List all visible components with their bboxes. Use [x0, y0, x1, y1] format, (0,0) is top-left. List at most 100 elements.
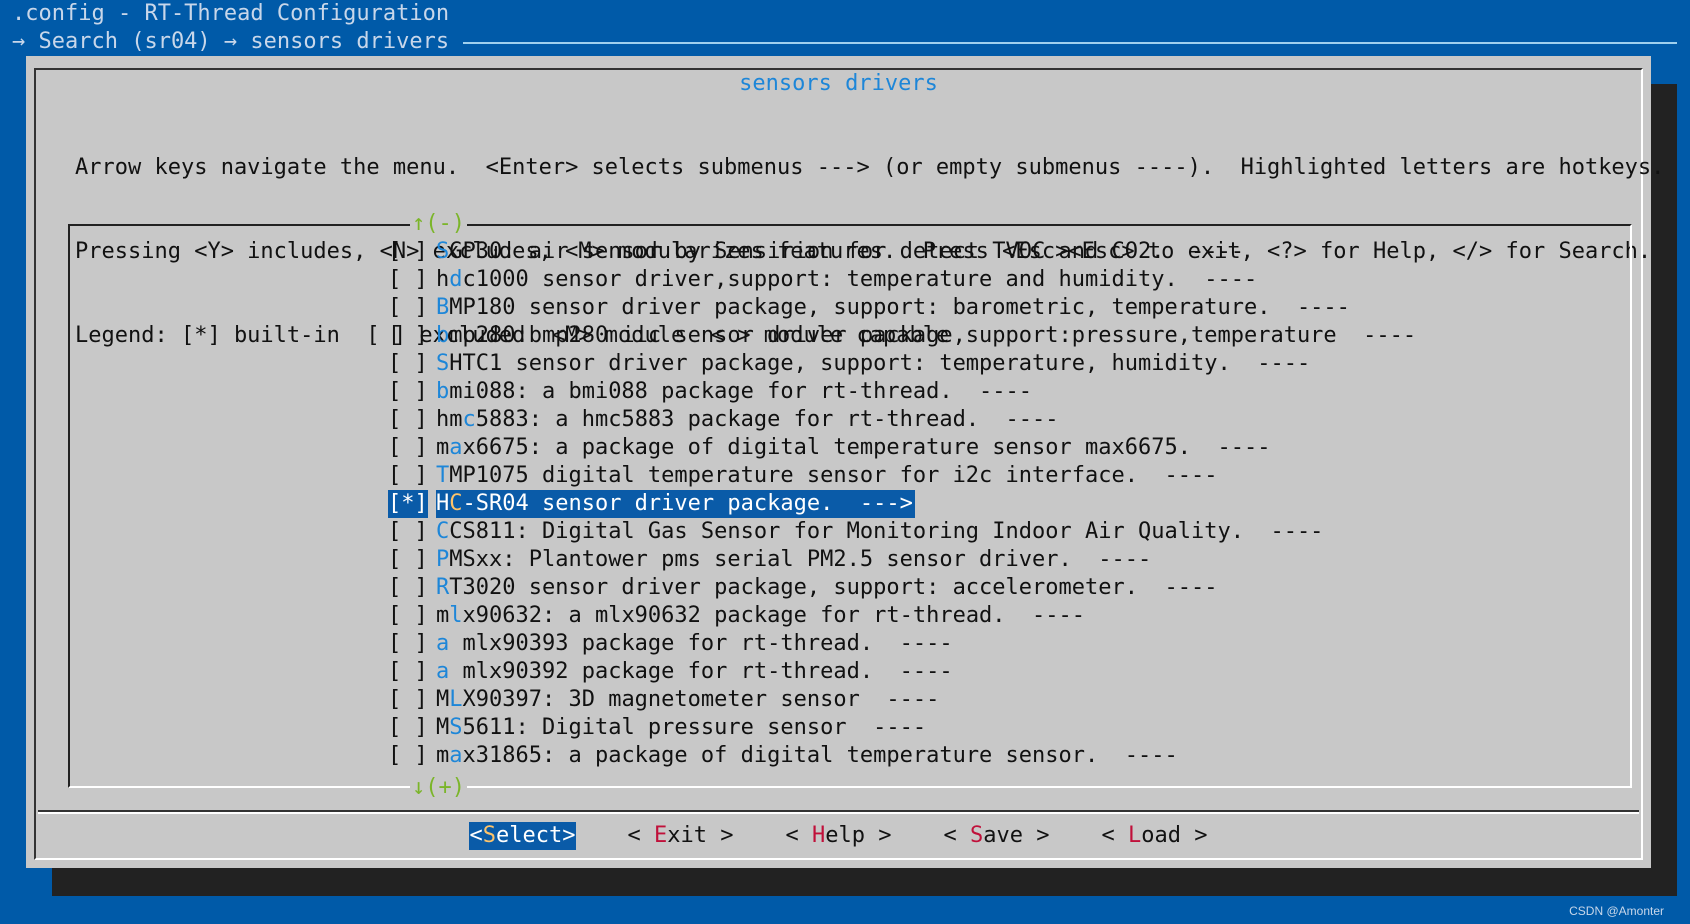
menu-item[interactable]: [ ] MLX90397: 3D magnetometer sensor ----	[388, 686, 1416, 714]
item-label-prefix: m	[436, 603, 450, 628]
menu-item[interactable]: [ ] CCS811: Digital Gas Sensor for Monito…	[388, 518, 1416, 546]
item-checkbox[interactable]: [ ]	[388, 350, 436, 378]
item-hotkey: P	[436, 547, 450, 572]
item-hotkey: d	[449, 267, 463, 292]
item-label-prefix: H	[436, 491, 450, 516]
button-hotkey: L	[1127, 823, 1142, 848]
item-hotkey: B	[436, 295, 450, 320]
item-checkbox[interactable]: [ ]	[388, 686, 436, 714]
item-label-prefix: h	[436, 267, 450, 292]
menu-item-selected[interactable]: [*] HC-SR04 sensor driver package. --->	[388, 490, 1416, 518]
menu-item[interactable]: [ ] a mlx90392 package for rt-thread. ---…	[388, 658, 1416, 686]
item-label-rest: MP180 sensor driver package, support: ba…	[449, 295, 1350, 320]
menu-item[interactable]: [ ] a mlx90393 package for rt-thread. ---…	[388, 630, 1416, 658]
item-label-prefix: m	[436, 743, 450, 768]
dialog-frame: sensors drivers Arrow keys navigate the …	[34, 68, 1664, 860]
item-checkbox[interactable]: [ ]	[388, 266, 436, 294]
menu-item[interactable]: [ ] SGP30: air sensor by Sensirion for de…	[388, 238, 1416, 266]
item-checkbox[interactable]: [ ]	[388, 434, 436, 462]
button-close: >	[1022, 823, 1050, 848]
item-label-rest: MP1075 digital temperature sensor for i2…	[449, 463, 1218, 488]
item-label: CCS811: Digital Gas Sensor for Monitorin…	[436, 518, 1323, 546]
menu-item[interactable]: [ ] TMP1075 digital temperature sensor fo…	[388, 462, 1416, 490]
menu-item[interactable]: [ ] max31865: a package of digital temper…	[388, 742, 1416, 770]
menuconfig-dialog: sensors drivers Arrow keys navigate the …	[26, 56, 1664, 868]
dialog-title: sensors drivers	[36, 70, 1641, 98]
item-hotkey: S	[449, 715, 463, 740]
menu-item[interactable]: [ ] mlx90632: a mlx90632 package for rt-t…	[388, 602, 1416, 630]
item-checkbox[interactable]: [ ]	[388, 546, 436, 574]
menu-item[interactable]: [ ] bmi088: a bmi088 package for rt-threa…	[388, 378, 1416, 406]
item-label: MS5611: Digital pressure sensor ----	[436, 714, 926, 742]
menu-item[interactable]: [ ] SHTC1 sensor driver package, support:…	[388, 350, 1416, 378]
help-button[interactable]: < Help >	[784, 822, 892, 850]
item-label: mlx90632: a mlx90632 package for rt-thre…	[436, 602, 1085, 630]
dialog-title-text: sensors drivers	[733, 71, 944, 96]
save-button[interactable]: < Save >	[942, 822, 1050, 850]
item-hotkey: L	[449, 687, 463, 712]
menu-item[interactable]: [ ] PMSxx: Plantower pms serial PM2.5 sen…	[388, 546, 1416, 574]
item-label: bmp280:bmp280 iic sensor driver package,…	[436, 322, 1416, 350]
item-checkbox[interactable]: [ ]	[388, 294, 436, 322]
item-checkbox[interactable]: [ ]	[388, 322, 436, 350]
button-close: >	[864, 823, 892, 848]
button-hotkey: H	[811, 823, 826, 848]
item-checkbox[interactable]: [ ]	[388, 574, 436, 602]
menu-item[interactable]: [ ] max6675: a package of digital tempera…	[388, 434, 1416, 462]
menu-item[interactable]: [ ] hdc1000 sensor driver,support: temper…	[388, 266, 1416, 294]
item-label-rest: 5611: Digital pressure sensor ----	[462, 715, 927, 740]
item-checkbox[interactable]: [*]	[388, 490, 428, 518]
menu-item[interactable]: [ ] hmc5883: a hmc5883 package for rt-thr…	[388, 406, 1416, 434]
item-hotkey: l	[449, 603, 463, 628]
button-rest: ave	[983, 823, 1023, 848]
item-label-prefix: m	[436, 435, 450, 460]
menu-list[interactable]: ↑(-) [ ] SGP30: air sensor by Sensirion f…	[68, 212, 1632, 800]
load-button[interactable]: < Load >	[1100, 822, 1208, 850]
item-checkbox[interactable]: [ ]	[388, 630, 436, 658]
item-label: MLX90397: 3D magnetometer sensor ----	[436, 686, 939, 714]
menu-item[interactable]: [ ] BMP180 sensor driver package, support…	[388, 294, 1416, 322]
item-label-rest: 5883: a hmc5883 package for rt-thread. -…	[475, 407, 1059, 432]
item-label: SGP30: air sensor by Sensirion for detec…	[436, 238, 1244, 266]
item-label-rest: X90397: 3D magnetometer sensor ----	[462, 687, 940, 712]
item-checkbox[interactable]: [ ]	[388, 238, 436, 266]
menu-item[interactable]: [ ] RT3020 sensor driver package, support…	[388, 574, 1416, 602]
item-checkbox[interactable]: [ ]	[388, 462, 436, 490]
item-label-prefix: hm	[436, 407, 463, 432]
item-label-rest: mp280:bmp280 iic sensor driver package,s…	[449, 323, 1417, 348]
item-label: PMSxx: Plantower pms serial PM2.5 sensor…	[436, 546, 1151, 574]
item-label-rest: HTC1 sensor driver package, support: tem…	[449, 351, 1311, 376]
item-label: bmi088: a bmi088 package for rt-thread. …	[436, 378, 1032, 406]
item-label: BMP180 sensor driver package, support: b…	[436, 294, 1350, 322]
item-checkbox[interactable]: [ ]	[388, 742, 436, 770]
item-checkbox[interactable]: [ ]	[388, 378, 436, 406]
button-close: >	[706, 823, 734, 848]
item-hotkey: T	[436, 463, 450, 488]
item-label: a mlx90393 package for rt-thread. ----	[436, 630, 953, 658]
select-button[interactable]: <Select>	[468, 822, 577, 850]
item-checkbox[interactable]: [ ]	[388, 602, 436, 630]
button-close: >	[1180, 823, 1208, 848]
item-label: TMP1075 digital temperature sensor for i…	[436, 462, 1217, 490]
button-open: <	[469, 823, 483, 848]
button-rest: xit	[667, 823, 707, 848]
menu-item[interactable]: [ ] MS5611: Digital pressure sensor ----	[388, 714, 1416, 742]
item-label-rest: mi088: a bmi088 package for rt-thread. -…	[449, 379, 1033, 404]
scroll-down-indicator[interactable]: ↓(+)	[410, 776, 467, 800]
item-hotkey: c	[462, 407, 476, 432]
item-checkbox[interactable]: [ ]	[388, 518, 436, 546]
item-label-prefix: M	[436, 715, 450, 740]
item-label: hdc1000 sensor driver,support: temperatu…	[436, 266, 1257, 294]
scroll-up-indicator[interactable]: ↑(-)	[410, 212, 467, 236]
button-open: <	[627, 823, 654, 848]
item-checkbox[interactable]: [ ]	[388, 658, 436, 686]
breadcrumb: → Search (sr04) → sensors drivers	[12, 28, 1677, 56]
button-hotkey: E	[653, 823, 668, 848]
item-label: max31865: a package of digital temperatu…	[436, 742, 1178, 770]
item-checkbox[interactable]: [ ]	[388, 406, 436, 434]
item-checkbox[interactable]: [ ]	[388, 714, 436, 742]
exit-button[interactable]: < Exit >	[626, 822, 734, 850]
item-hotkey: S	[436, 351, 450, 376]
item-label-prefix: M	[436, 687, 450, 712]
menu-item[interactable]: [ ] bmp280:bmp280 iic sensor driver packa…	[388, 322, 1416, 350]
